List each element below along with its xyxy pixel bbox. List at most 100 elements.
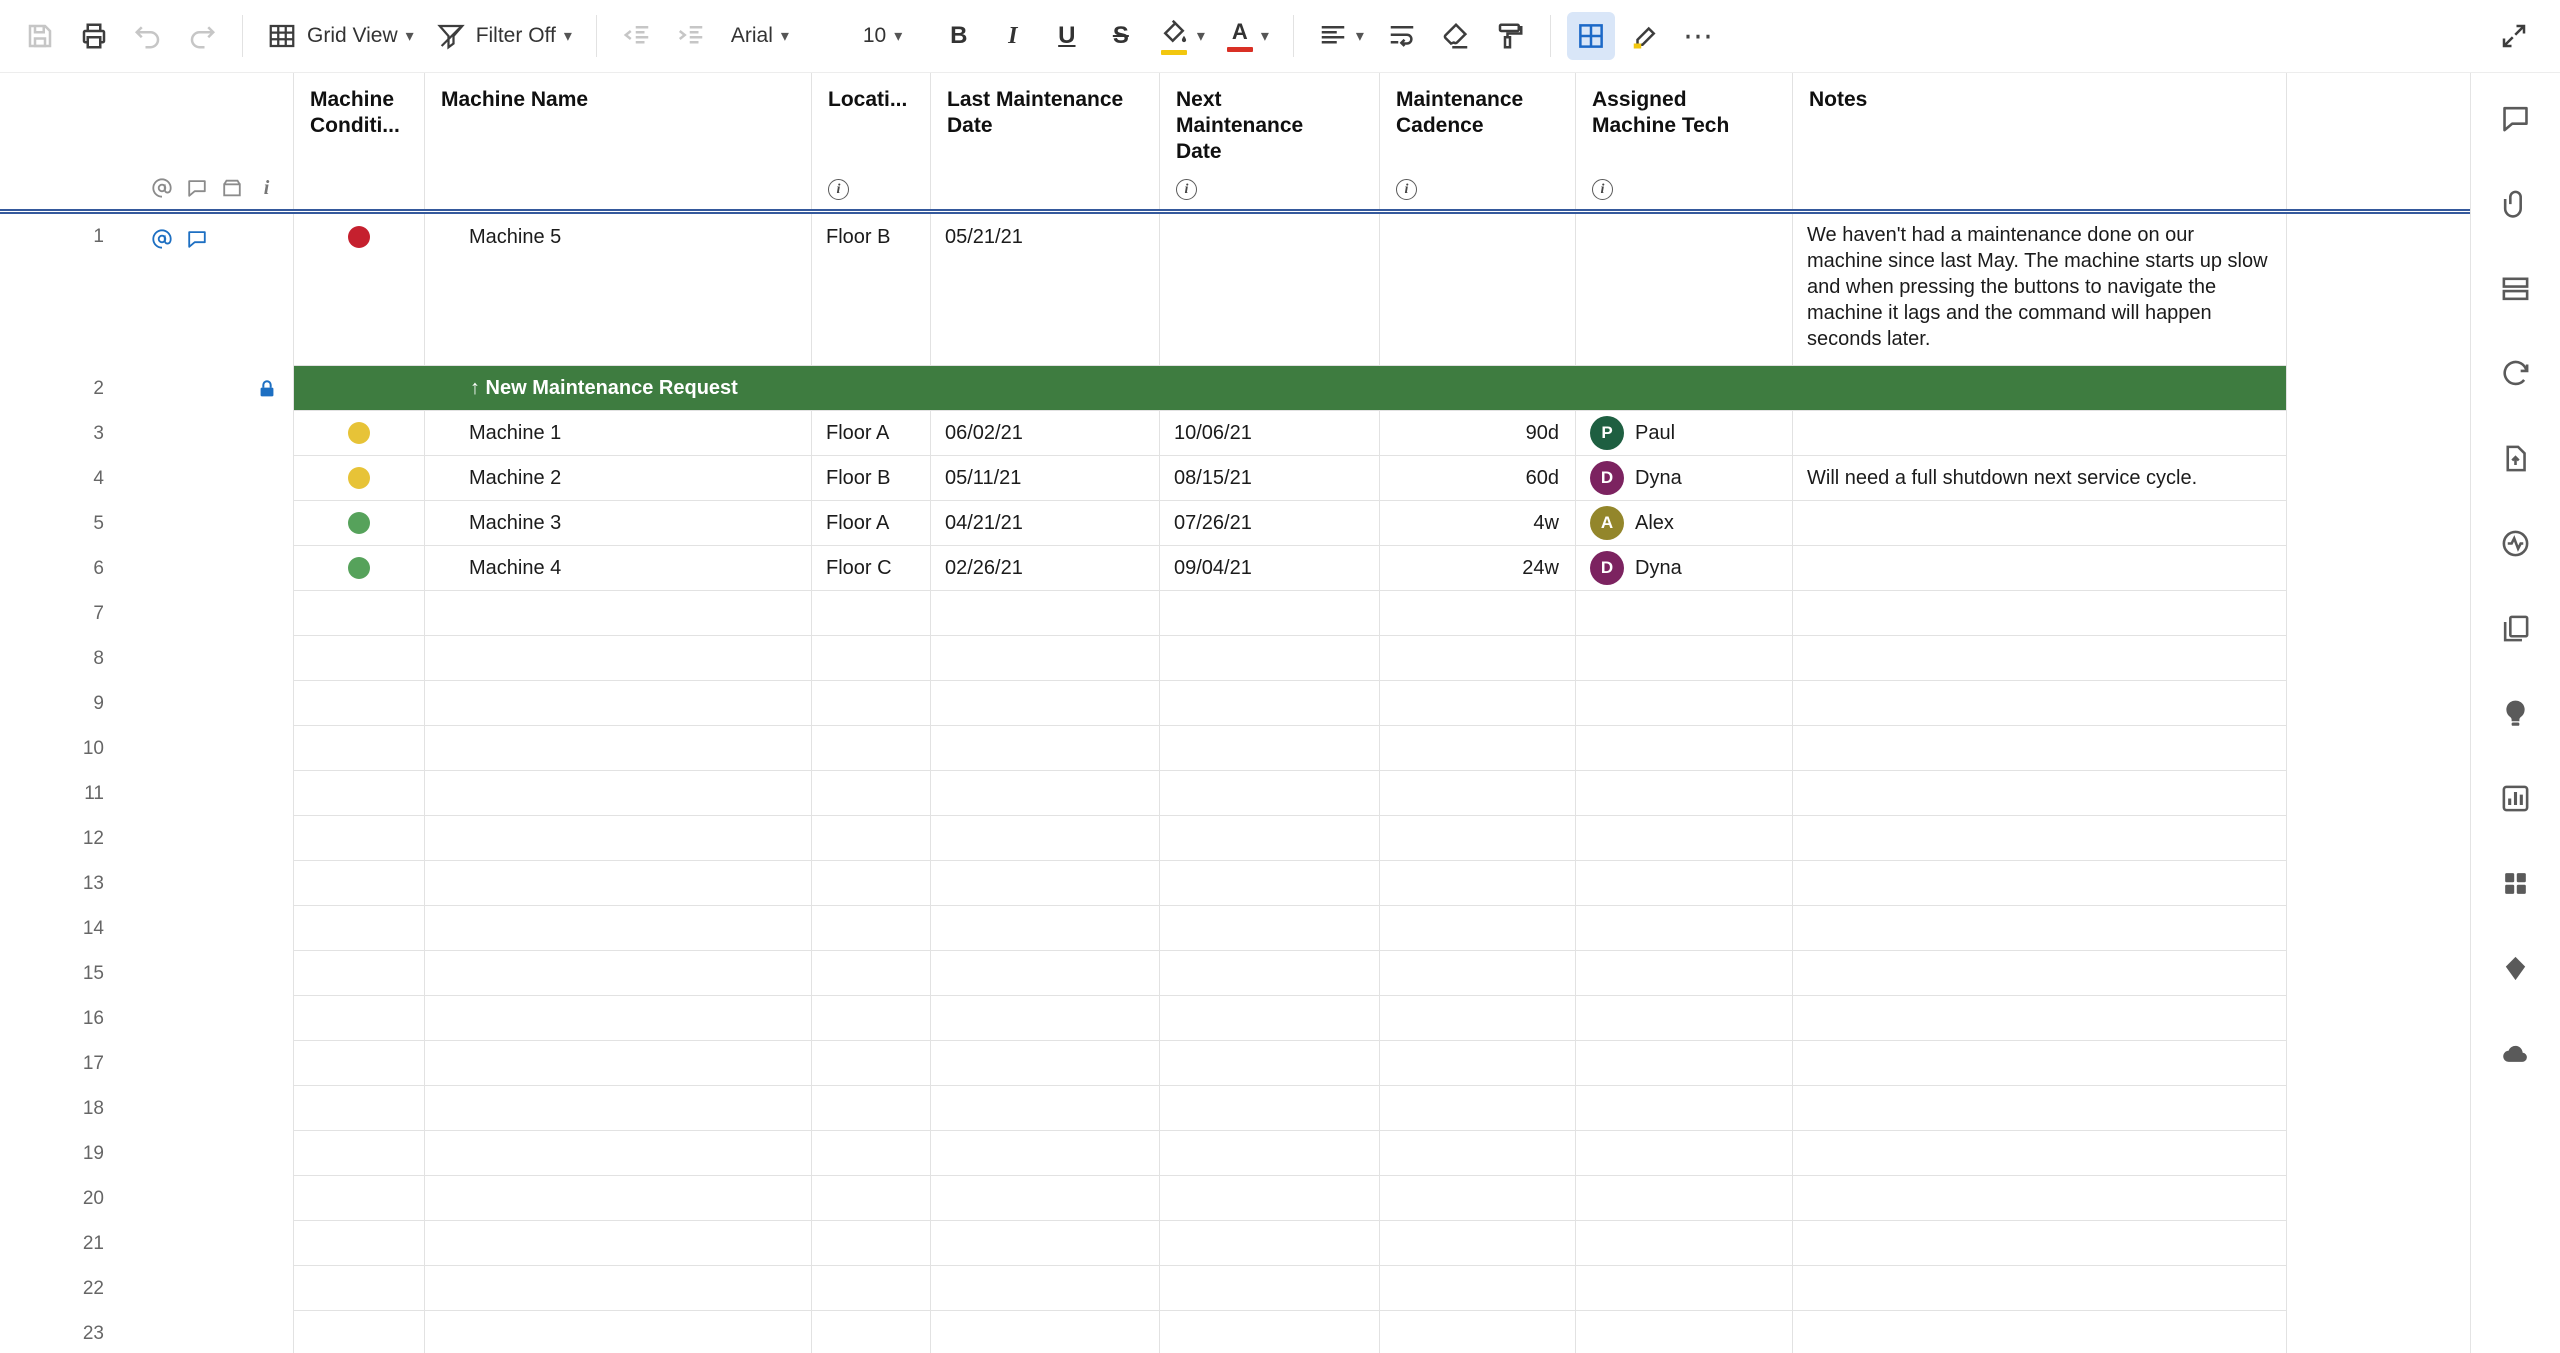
- row-number-cell[interactable]: 10: [0, 726, 294, 771]
- corner-header-cell[interactable]: i: [0, 73, 294, 209]
- font-size-select[interactable]: 10 ▾: [853, 12, 929, 60]
- cell-assigned-machine-tech[interactable]: [1576, 1266, 1793, 1311]
- row-number[interactable]: 20: [0, 1188, 104, 1210]
- row-number-cell[interactable]: 13: [0, 861, 294, 906]
- cell-next-maintenance-date[interactable]: 08/15/21: [1160, 456, 1380, 501]
- cell-last-maintenance-date[interactable]: [931, 951, 1160, 996]
- cell-location[interactable]: [812, 1176, 931, 1221]
- italic-button[interactable]: I: [989, 12, 1037, 60]
- cell-next-maintenance-date[interactable]: [1160, 1266, 1380, 1311]
- cell-maintenance-cadence[interactable]: [1380, 906, 1576, 951]
- column-header-next-maintenance-date[interactable]: Next Maintenance Date i: [1160, 73, 1380, 209]
- row-number-cell[interactable]: 5: [0, 501, 294, 546]
- cell-next-maintenance-date[interactable]: [1160, 1131, 1380, 1176]
- row-number-cell[interactable]: 16: [0, 996, 294, 1041]
- row-number-cell[interactable]: 15: [0, 951, 294, 996]
- cell-last-maintenance-date[interactable]: [931, 771, 1160, 816]
- cell-machine-name[interactable]: [425, 1221, 812, 1266]
- apps-button[interactable]: [2494, 864, 2538, 902]
- cell-next-maintenance-date[interactable]: [1160, 816, 1380, 861]
- align-button[interactable]: ▾: [1310, 12, 1372, 60]
- cell-machine-name[interactable]: [425, 996, 812, 1041]
- cell-last-maintenance-date[interactable]: [931, 1311, 1160, 1353]
- cell-notes[interactable]: We haven't had a maintenance done on our…: [1793, 214, 2287, 366]
- filter-button[interactable]: Filter Off ▾: [428, 12, 580, 60]
- row-comment-icon[interactable]: [179, 226, 214, 252]
- outdent-button[interactable]: [613, 12, 661, 60]
- cell-location[interactable]: [812, 1221, 931, 1266]
- cell-notes[interactable]: [1793, 1266, 2287, 1311]
- cell-last-maintenance-date[interactable]: [931, 591, 1160, 636]
- cell-maintenance-cadence[interactable]: [1380, 861, 1576, 906]
- column-header-maintenance-cadence[interactable]: Maintenance Cadence i: [1380, 73, 1576, 209]
- cell-assigned-machine-tech[interactable]: [1576, 726, 1793, 771]
- cell-condition[interactable]: [294, 1131, 425, 1176]
- row-number[interactable]: 5: [0, 513, 104, 535]
- cell-last-maintenance-date[interactable]: [931, 1041, 1160, 1086]
- cell-notes[interactable]: Will need a full shutdown next service c…: [1793, 456, 2287, 501]
- cell-last-maintenance-date[interactable]: [931, 681, 1160, 726]
- cell-last-maintenance-date[interactable]: 05/21/21: [931, 214, 1160, 366]
- cell-next-maintenance-date[interactable]: 07/26/21: [1160, 501, 1380, 546]
- row-number[interactable]: 8: [0, 648, 104, 670]
- cell-assigned-machine-tech[interactable]: [1576, 636, 1793, 681]
- row-number-cell[interactable]: 4: [0, 456, 294, 501]
- cell-location[interactable]: [812, 816, 931, 861]
- row-number-cell[interactable]: 17: [0, 1041, 294, 1086]
- row-number[interactable]: 12: [0, 828, 104, 850]
- cell-notes[interactable]: [1793, 996, 2287, 1041]
- cell-next-maintenance-date[interactable]: [1160, 1221, 1380, 1266]
- column-header-machine-condition[interactable]: Machine Conditi...: [294, 73, 425, 209]
- row-number-cell[interactable]: 7: [0, 591, 294, 636]
- cell-condition[interactable]: [294, 636, 425, 681]
- cell-last-maintenance-date[interactable]: 02/26/21: [931, 546, 1160, 591]
- font-family-select[interactable]: Arial ▾: [721, 12, 847, 60]
- row-number[interactable]: 21: [0, 1233, 104, 1255]
- row-number[interactable]: 3: [0, 423, 104, 445]
- cell-condition[interactable]: [294, 1086, 425, 1131]
- cell-location[interactable]: [812, 1041, 931, 1086]
- cell-machine-name[interactable]: [425, 1086, 812, 1131]
- cell-notes[interactable]: [1793, 816, 2287, 861]
- cell-assigned-machine-tech[interactable]: [1576, 861, 1793, 906]
- bold-button[interactable]: B: [935, 12, 983, 60]
- cell-condition[interactable]: [294, 906, 425, 951]
- cell-maintenance-cadence[interactable]: [1380, 771, 1576, 816]
- cell-maintenance-cadence[interactable]: [1380, 214, 1576, 366]
- row-number-cell[interactable]: 23: [0, 1311, 294, 1353]
- cell-condition[interactable]: [294, 411, 425, 456]
- cell-notes[interactable]: [1793, 1311, 2287, 1353]
- cell-last-maintenance-date[interactable]: [931, 1086, 1160, 1131]
- cell-location[interactable]: [812, 996, 931, 1041]
- row-number-cell[interactable]: 3: [0, 411, 294, 456]
- cell-maintenance-cadence[interactable]: [1380, 1221, 1576, 1266]
- cell-machine-name[interactable]: [425, 861, 812, 906]
- cell-condition[interactable]: [294, 861, 425, 906]
- cell-notes[interactable]: [1793, 1041, 2287, 1086]
- row-number[interactable]: 11: [0, 783, 104, 805]
- indent-button[interactable]: [667, 12, 715, 60]
- cell-last-maintenance-date[interactable]: 04/21/21: [931, 501, 1160, 546]
- cell-last-maintenance-date[interactable]: [931, 1266, 1160, 1311]
- cell-machine-name[interactable]: [425, 1266, 812, 1311]
- cell-notes[interactable]: [1793, 636, 2287, 681]
- cell-condition[interactable]: [294, 996, 425, 1041]
- row-number-cell[interactable]: 22: [0, 1266, 294, 1311]
- cell-condition[interactable]: [294, 771, 425, 816]
- cell-location[interactable]: [812, 726, 931, 771]
- fill-color-button[interactable]: ▾: [1151, 12, 1213, 60]
- cell-maintenance-cadence[interactable]: [1380, 726, 1576, 771]
- cell-location[interactable]: [812, 1131, 931, 1176]
- row-number[interactable]: 23: [0, 1323, 104, 1345]
- row-attachment-icon[interactable]: [144, 226, 179, 252]
- cell-last-maintenance-date[interactable]: [931, 1131, 1160, 1176]
- info-icon[interactable]: i: [828, 179, 849, 200]
- row-number-cell[interactable]: 1: [0, 214, 294, 366]
- view-selector[interactable]: Grid View ▾: [259, 12, 422, 60]
- cell-last-maintenance-date[interactable]: 05/11/21: [931, 456, 1160, 501]
- cell-machine-name[interactable]: [425, 816, 812, 861]
- cell-assigned-machine-tech[interactable]: [1576, 771, 1793, 816]
- cell-machine-name[interactable]: [425, 591, 812, 636]
- cell-machine-name[interactable]: Machine 2: [425, 456, 812, 501]
- row-number[interactable]: 4: [0, 468, 104, 490]
